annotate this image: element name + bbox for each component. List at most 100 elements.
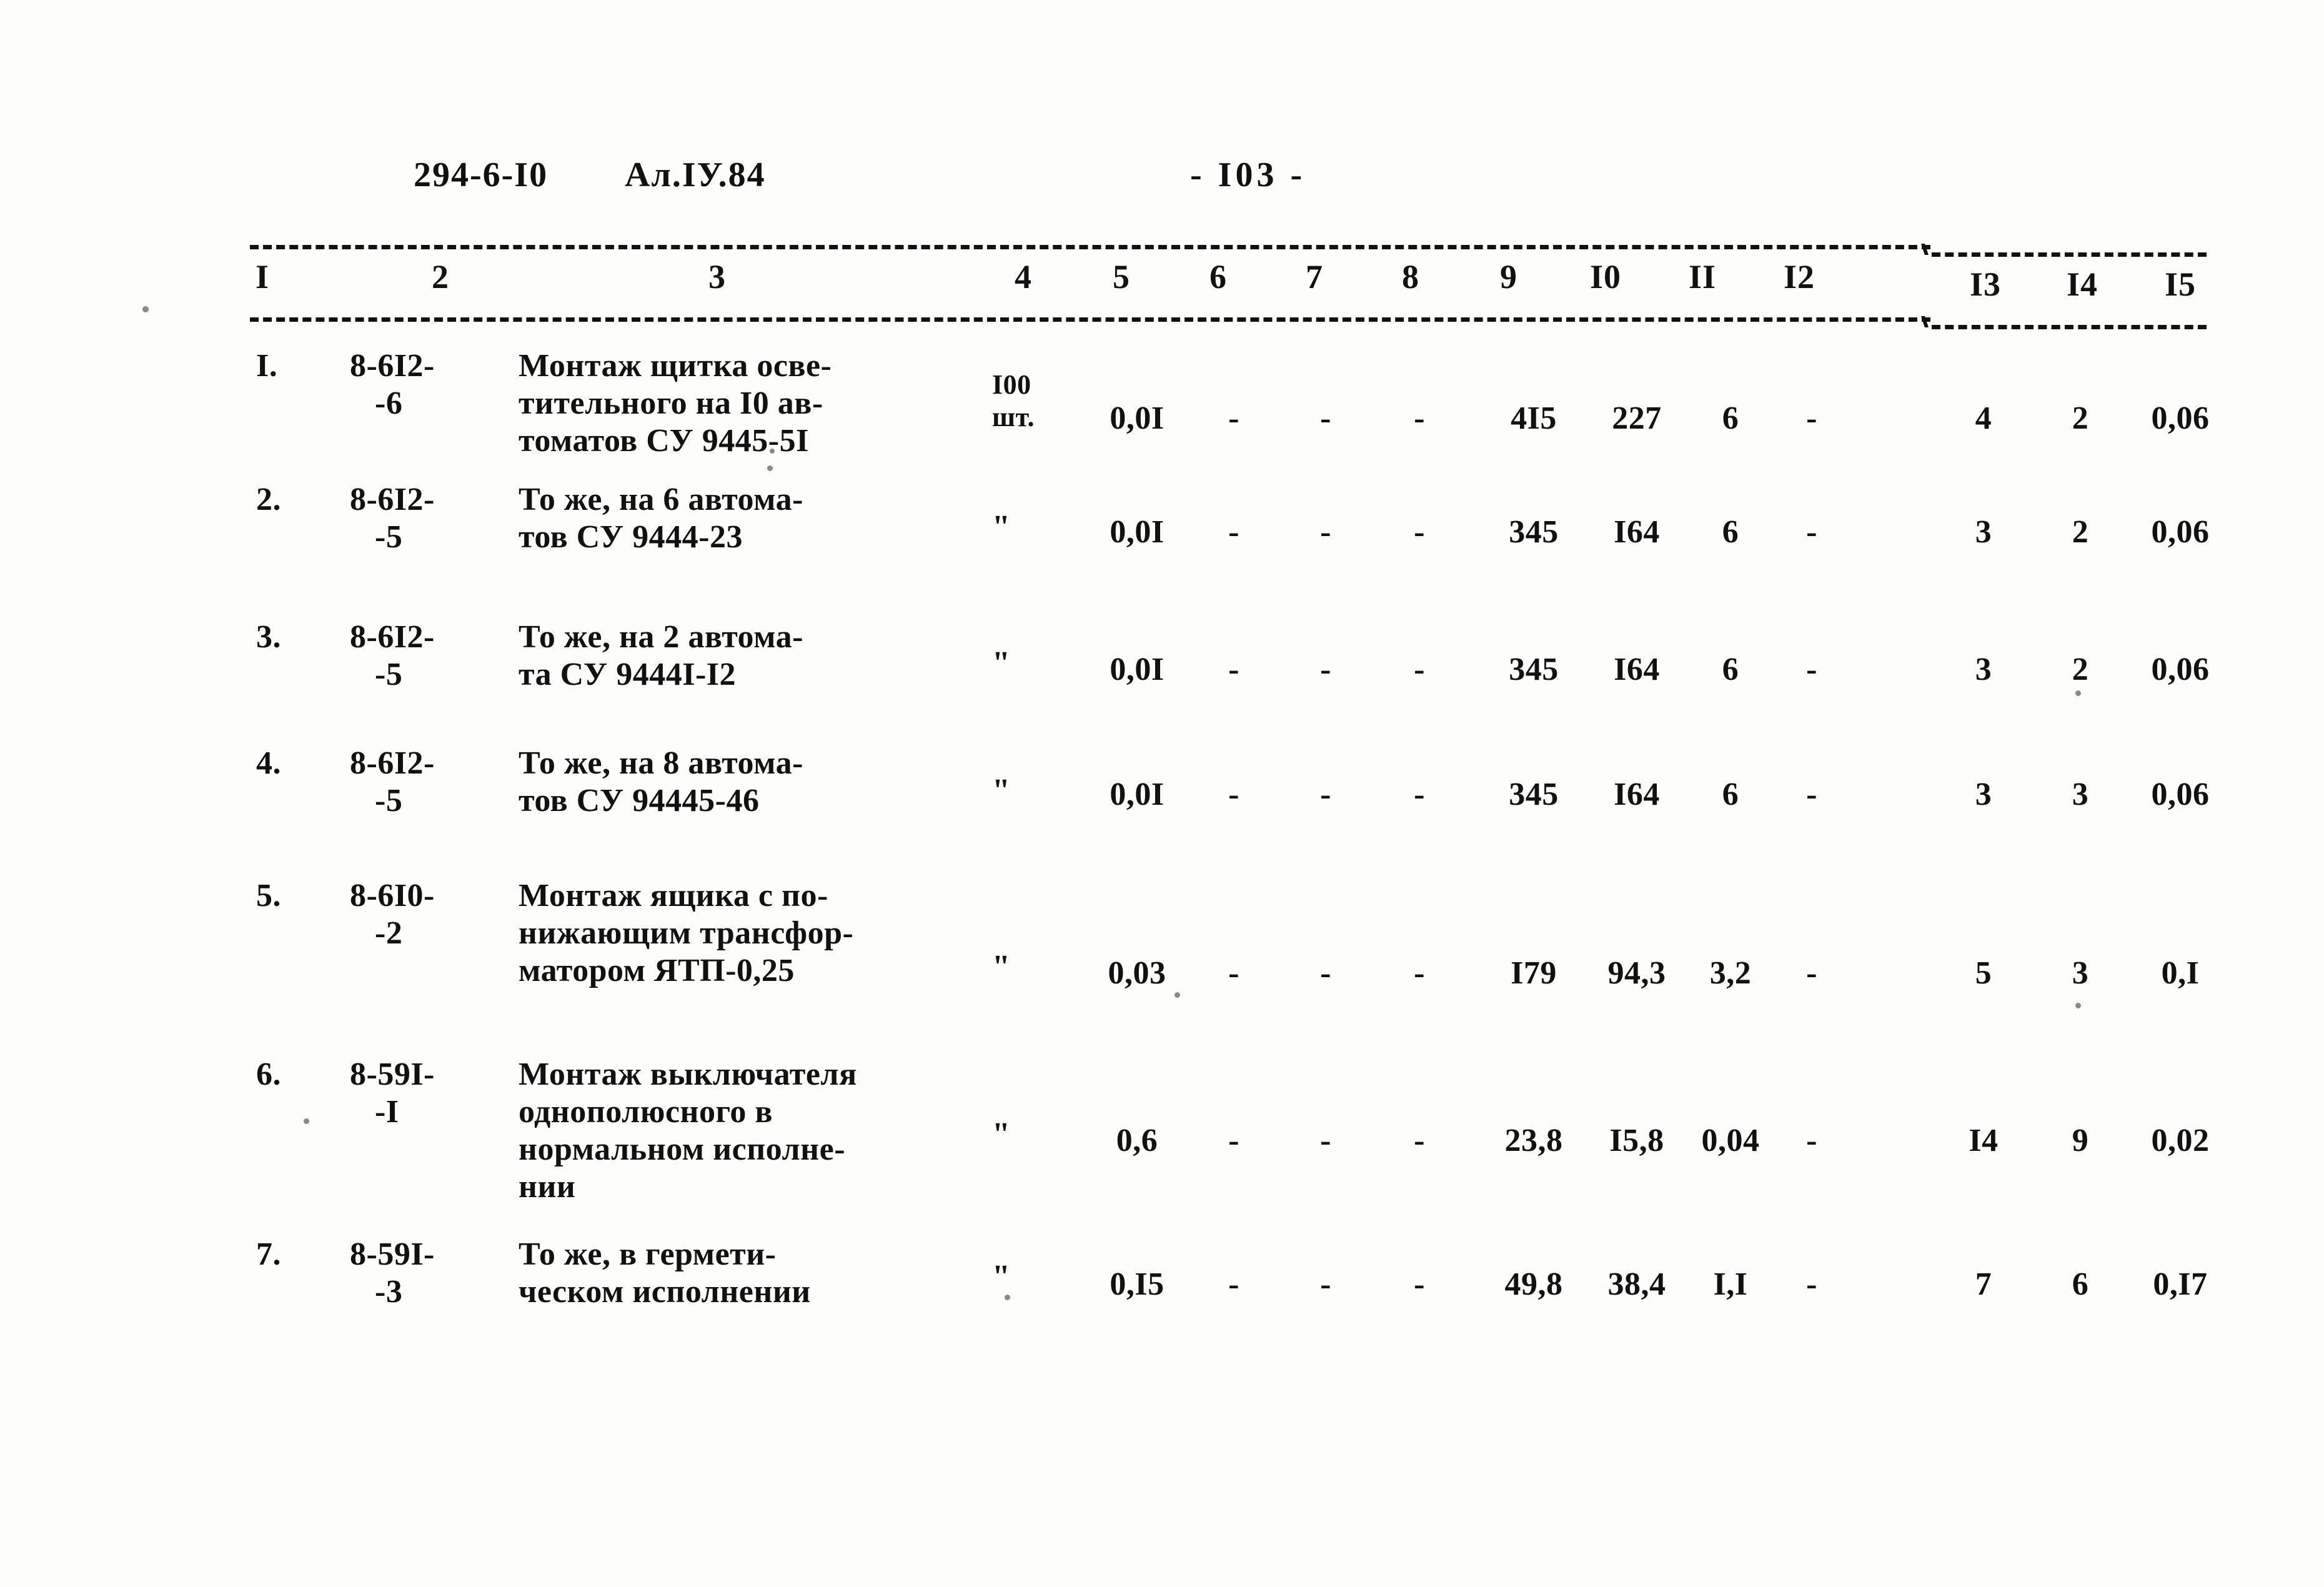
row-value-col-5: 0,0I bbox=[1110, 400, 1164, 436]
row-value-col-11: 6 bbox=[1722, 514, 1739, 550]
row-value-col-10: 227 bbox=[1612, 400, 1662, 436]
description-line: однополюсного в bbox=[519, 1094, 773, 1130]
row-unit: " bbox=[992, 775, 1010, 807]
norm-code-line: 8-6I0- bbox=[350, 878, 435, 913]
norm-code-line: -3 bbox=[375, 1274, 403, 1310]
row-description: Монтаж ящика с по-нижающим трансфор-мато… bbox=[519, 877, 853, 990]
row-value-col-9: 345 bbox=[1509, 514, 1559, 550]
row-value-col-6: - bbox=[1228, 652, 1239, 687]
description-line: тов СУ 9444-23 bbox=[519, 519, 743, 555]
description-line: То же, на 8 автома- bbox=[519, 745, 803, 781]
row-norm-code: 8-59I- -3 bbox=[350, 1236, 435, 1311]
document-page: 294-6-I0 Ал.IУ.84 - I03 - I 2 3 4 5 6 7 8 9 I0 II I… bbox=[0, 0, 2324, 1587]
norm-code-line: 8-6I2- bbox=[350, 619, 435, 655]
row-value-col-15: 0,I7 bbox=[2153, 1266, 2208, 1302]
description-line: То же, на 2 автома- bbox=[519, 619, 803, 655]
norm-code-line: -5 bbox=[375, 519, 403, 555]
row-value-col-8: - bbox=[1414, 777, 1425, 812]
unit-line: " bbox=[992, 773, 1011, 808]
row-item-number: 7. bbox=[256, 1236, 281, 1272]
description-line: Монтаж ящика с по- bbox=[519, 878, 828, 913]
row-value-col-11: 0,04 bbox=[1701, 1123, 1760, 1158]
norm-code-line: 8-59I- bbox=[350, 1057, 435, 1092]
unit-line: " bbox=[992, 949, 1011, 985]
scan-speck bbox=[770, 449, 775, 454]
row-value-col-10: 94,3 bbox=[1607, 955, 1666, 991]
row-value-col-15: 0,06 bbox=[2151, 777, 2210, 812]
norm-code-line: 8-59I- bbox=[350, 1236, 435, 1272]
row-value-col-13: 5 bbox=[1975, 955, 1992, 991]
norm-code-line: -5 bbox=[375, 657, 403, 692]
row-value-col-10: 38,4 bbox=[1607, 1266, 1666, 1302]
row-value-col-10: I64 bbox=[1614, 777, 1660, 812]
row-value-col-5: 0,6 bbox=[1116, 1123, 1158, 1158]
row-value-col-9: 4I5 bbox=[1511, 400, 1557, 436]
norm-code-line: -6 bbox=[375, 386, 403, 421]
row-description: То же, в гермети-ческом исполнении bbox=[519, 1236, 811, 1311]
row-value-col-8: - bbox=[1414, 652, 1425, 687]
row-norm-code: 8-6I2- -5 bbox=[350, 481, 435, 556]
row-value-col-14: 2 bbox=[2072, 652, 2089, 687]
row-value-col-11: 3,2 bbox=[1709, 955, 1752, 991]
norm-code-line: 8-6I2- bbox=[350, 348, 435, 384]
row-value-col-9: 345 bbox=[1509, 652, 1559, 687]
row-value-col-5: 0,03 bbox=[1108, 955, 1166, 991]
row-value-col-9: I79 bbox=[1511, 955, 1557, 991]
row-unit: " bbox=[992, 1118, 1010, 1151]
norm-code-line: -5 bbox=[375, 783, 403, 818]
row-value-col-12: - bbox=[1806, 955, 1817, 991]
row-value-col-8: - bbox=[1414, 955, 1425, 991]
row-value-col-6: - bbox=[1228, 400, 1239, 436]
row-value-col-7: - bbox=[1320, 777, 1331, 812]
row-value-col-12: - bbox=[1806, 652, 1817, 687]
row-value-col-8: - bbox=[1414, 1123, 1425, 1158]
description-line: тов СУ 94445-46 bbox=[519, 783, 760, 818]
description-line: та СУ 9444I-I2 bbox=[519, 657, 736, 692]
row-value-col-8: - bbox=[1414, 400, 1425, 436]
row-description: Монтаж выключателя однополюсного в нормаль… bbox=[519, 1056, 857, 1206]
scan-speck bbox=[767, 465, 773, 471]
row-value-col-11: 6 bbox=[1722, 400, 1739, 436]
unit-line: " bbox=[992, 1259, 1011, 1295]
scan-speck bbox=[304, 1118, 309, 1124]
description-line: То же, в гермети- bbox=[519, 1236, 777, 1272]
row-value-col-6: - bbox=[1228, 1266, 1239, 1302]
row-value-col-6: - bbox=[1228, 1123, 1239, 1158]
row-unit: " bbox=[992, 1261, 1010, 1293]
unit-line: I00 bbox=[992, 369, 1031, 400]
row-value-col-11: 6 bbox=[1722, 777, 1739, 812]
row-value-col-15: 0,06 bbox=[2151, 514, 2210, 550]
row-value-col-8: - bbox=[1414, 1266, 1425, 1302]
row-value-col-14: 6 bbox=[2072, 1266, 2089, 1302]
description-line: томатов СУ 9445-5I bbox=[519, 423, 809, 459]
row-value-col-9: 49,8 bbox=[1504, 1266, 1563, 1302]
row-item-number: 5. bbox=[256, 878, 281, 913]
description-line: Монтаж щитка осве- bbox=[519, 348, 832, 384]
row-value-col-13: 3 bbox=[1975, 514, 1992, 550]
row-unit: " bbox=[992, 647, 1010, 680]
description-line: матором ЯТП-0,25 bbox=[519, 953, 795, 988]
row-norm-code: 8-6I2- -5 bbox=[350, 745, 435, 820]
row-value-col-7: - bbox=[1320, 400, 1331, 436]
row-value-col-9: 23,8 bbox=[1504, 1123, 1563, 1158]
scan-speck bbox=[142, 306, 149, 312]
row-value-col-14: 3 bbox=[2072, 777, 2089, 812]
row-description: То же, на 6 автома-тов СУ 9444-23 bbox=[519, 481, 803, 556]
row-value-col-12: - bbox=[1806, 777, 1817, 812]
scan-speck bbox=[2075, 1003, 2081, 1008]
row-value-col-12: - bbox=[1806, 514, 1817, 550]
table-body: I. 8-6I2- -6 Монтаж щитка осве-тительного н… bbox=[0, 0, 2324, 1587]
row-value-col-14: 2 bbox=[2072, 514, 2089, 550]
row-norm-code: 8-6I0- -2 bbox=[350, 877, 435, 952]
row-value-col-14: 3 bbox=[2072, 955, 2089, 991]
unit-line: " bbox=[992, 645, 1011, 681]
row-value-col-14: 9 bbox=[2072, 1123, 2089, 1158]
unit-line: " bbox=[992, 1117, 1011, 1152]
row-value-col-13: 3 bbox=[1975, 652, 1992, 687]
row-value-col-15: 0,I bbox=[2161, 955, 2200, 991]
scan-speck bbox=[1005, 1295, 1010, 1300]
row-value-col-7: - bbox=[1320, 514, 1331, 550]
description-line: нормальном исполне- bbox=[519, 1132, 846, 1167]
description-line: нижающим трансфор- bbox=[519, 915, 854, 951]
row-unit: I00 шт. bbox=[992, 369, 1035, 434]
